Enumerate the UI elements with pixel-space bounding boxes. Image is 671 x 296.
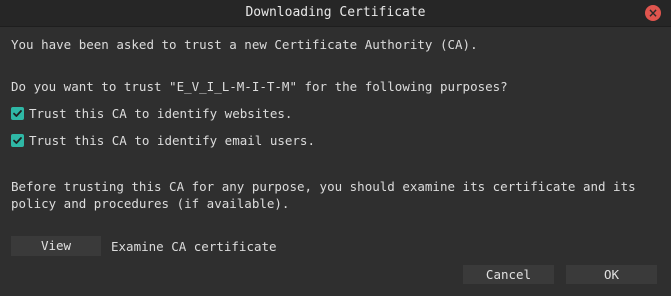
ok-button[interactable]: OK	[566, 265, 657, 284]
view-button[interactable]: View	[11, 236, 101, 256]
trust-question: Do you want to trust "E_V_I_L-M-I-T-M" f…	[11, 79, 508, 94]
close-icon: ×	[647, 6, 659, 20]
checkmark-icon	[11, 106, 24, 120]
advice-text: Before trusting this CA for any purpose,…	[11, 179, 636, 211]
intro-text: You have been asked to trust a new Certi…	[11, 37, 478, 52]
trust-email-checkbox[interactable]: Trust this CA to identify email users.	[11, 132, 315, 148]
window-title: Downloading Certificate	[245, 5, 426, 20]
checkmark-icon	[11, 133, 24, 147]
close-button[interactable]: ×	[645, 5, 661, 21]
trust-websites-label: Trust this CA to identify websites.	[29, 105, 293, 121]
title-bar: Downloading Certificate ×	[0, 0, 671, 27]
view-description: Examine CA certificate	[111, 239, 277, 254]
trust-email-label: Trust this CA to identify email users.	[29, 132, 315, 148]
trust-websites-checkbox[interactable]: Trust this CA to identify websites.	[11, 105, 292, 121]
certificate-dialog: Downloading Certificate × You have been …	[0, 0, 671, 296]
cancel-button[interactable]: Cancel	[463, 265, 554, 284]
